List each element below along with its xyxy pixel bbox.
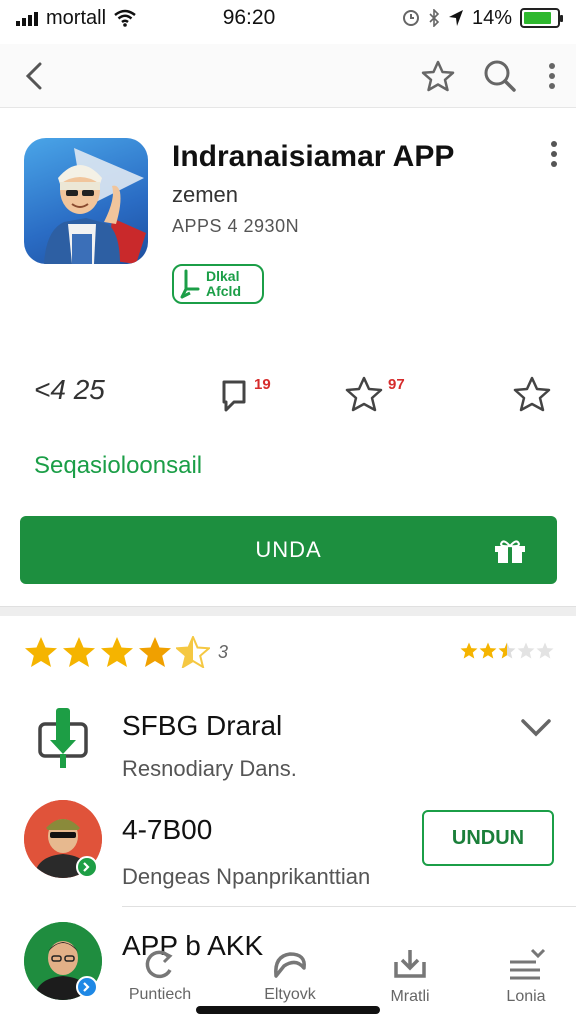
nav-label: Puntiech xyxy=(128,986,192,1003)
reviews-stat[interactable]: 19 xyxy=(218,374,271,414)
download-app-icon xyxy=(38,708,88,768)
explore-icon xyxy=(274,952,306,978)
location-icon xyxy=(448,10,463,26)
review-icon xyxy=(222,380,246,412)
stats-row: <4 25 19 97 xyxy=(0,374,576,424)
top-toolbar xyxy=(0,44,576,108)
list-item-subtitle: Dengeas Npanprikanttian xyxy=(122,864,371,889)
star-outline-icon xyxy=(345,376,383,412)
star-outline-icon xyxy=(421,60,455,91)
star-empty-icon xyxy=(536,642,554,659)
app-more-button[interactable] xyxy=(550,140,558,173)
app-title: Indranaisiamar APP xyxy=(172,140,455,173)
refresh-icon xyxy=(145,950,173,979)
editors-choice-badge: Dlkal Afcld xyxy=(172,264,264,304)
back-arrow-icon xyxy=(25,62,42,89)
rating-count: 3 xyxy=(218,641,229,662)
list-item-title: SFBG Draral xyxy=(122,710,283,741)
downloads-stat: <4 25 xyxy=(34,374,105,406)
list-item-subtitle: Resnodiary Dans. xyxy=(122,756,297,781)
rating-stars-small xyxy=(460,642,554,659)
section-divider xyxy=(0,606,576,616)
ratings-row: 3 xyxy=(24,636,554,680)
star-filled-icon xyxy=(101,637,133,667)
stars-count: 97 xyxy=(388,376,405,393)
star-filled-icon xyxy=(25,637,57,667)
list-item-title: 4-7B00 xyxy=(122,814,213,845)
search-icon xyxy=(484,60,516,92)
install-button-label: UNDA xyxy=(255,537,322,562)
downloads-value: <4 25 xyxy=(34,374,105,405)
gift-icon xyxy=(495,540,525,563)
reviews-count: 19 xyxy=(254,376,271,393)
star-half-icon xyxy=(498,642,516,659)
badge-line2: Afcld xyxy=(206,283,241,299)
favorite-stat[interactable] xyxy=(512,374,552,414)
back-button[interactable] xyxy=(14,56,54,96)
install-button[interactable]: UNDA xyxy=(20,516,557,584)
nav-item-mratli[interactable]: Mratli xyxy=(350,948,470,1006)
star-filled-icon xyxy=(460,642,478,659)
star-filled-icon xyxy=(479,642,497,659)
star-filled-icon xyxy=(63,637,95,667)
search-button[interactable] xyxy=(480,56,520,96)
nav-label: Lonia xyxy=(506,988,546,1005)
chevron-down-icon[interactable] xyxy=(520,718,552,738)
nav-label: Eltyovk xyxy=(264,986,316,1003)
status-time: 96:20 xyxy=(222,6,276,29)
row-divider xyxy=(122,906,576,907)
list-item[interactable]: SFBG Draral Resnodiary Dans. xyxy=(0,700,576,796)
star-outline-icon xyxy=(513,376,551,412)
nav-item-puntiech[interactable]: Puntiech xyxy=(100,948,220,1004)
home-indicator[interactable] xyxy=(196,1006,380,1014)
battery-percent: 14% xyxy=(471,6,512,29)
section-link[interactable]: Seqasioloonsail xyxy=(34,452,202,480)
alarm-icon xyxy=(402,10,419,26)
nav-item-eltyovk[interactable]: Eltyovk xyxy=(230,948,350,1004)
carrier-label: mortall xyxy=(46,6,107,29)
star-filled-icon xyxy=(139,637,171,667)
app-icon-illustration xyxy=(44,148,146,264)
download-icon xyxy=(394,950,426,978)
status-bar: mortall 96:20 14% xyxy=(0,0,576,36)
badge-line1: Dlkal xyxy=(206,268,240,284)
app-header-card: Indranaisiamar APP zemen APPS 4 2930N Dl… xyxy=(0,118,576,606)
star-empty-icon xyxy=(517,642,535,659)
app-icon[interactable] xyxy=(24,138,148,264)
app-meta: APPS 4 2930N xyxy=(172,216,300,236)
more-vert-icon xyxy=(549,62,555,89)
verified-badge-icon xyxy=(76,856,98,878)
menu-icon xyxy=(510,948,546,980)
install-small-button[interactable]: UNDUN xyxy=(422,810,554,866)
badge-icon xyxy=(180,269,200,299)
developer-name[interactable]: zemen xyxy=(172,182,238,208)
bluetooth-icon xyxy=(429,9,440,27)
nav-label: Mratli xyxy=(390,988,430,1005)
nav-item-lonia[interactable]: Lonia xyxy=(466,948,576,1006)
battery-icon xyxy=(519,8,563,28)
overflow-menu-button[interactable] xyxy=(542,56,562,96)
list-item[interactable]: 4-7B00 Dengeas Npanprikanttian UNDUN xyxy=(0,798,576,908)
wishlist-button[interactable] xyxy=(418,56,458,96)
stars-stat[interactable]: 97 xyxy=(344,374,405,414)
more-vert-icon xyxy=(551,141,557,167)
rating-stars: 3 xyxy=(24,636,228,668)
signal-icon xyxy=(16,10,38,26)
star-half-icon xyxy=(176,636,210,668)
wifi-icon xyxy=(114,9,136,27)
